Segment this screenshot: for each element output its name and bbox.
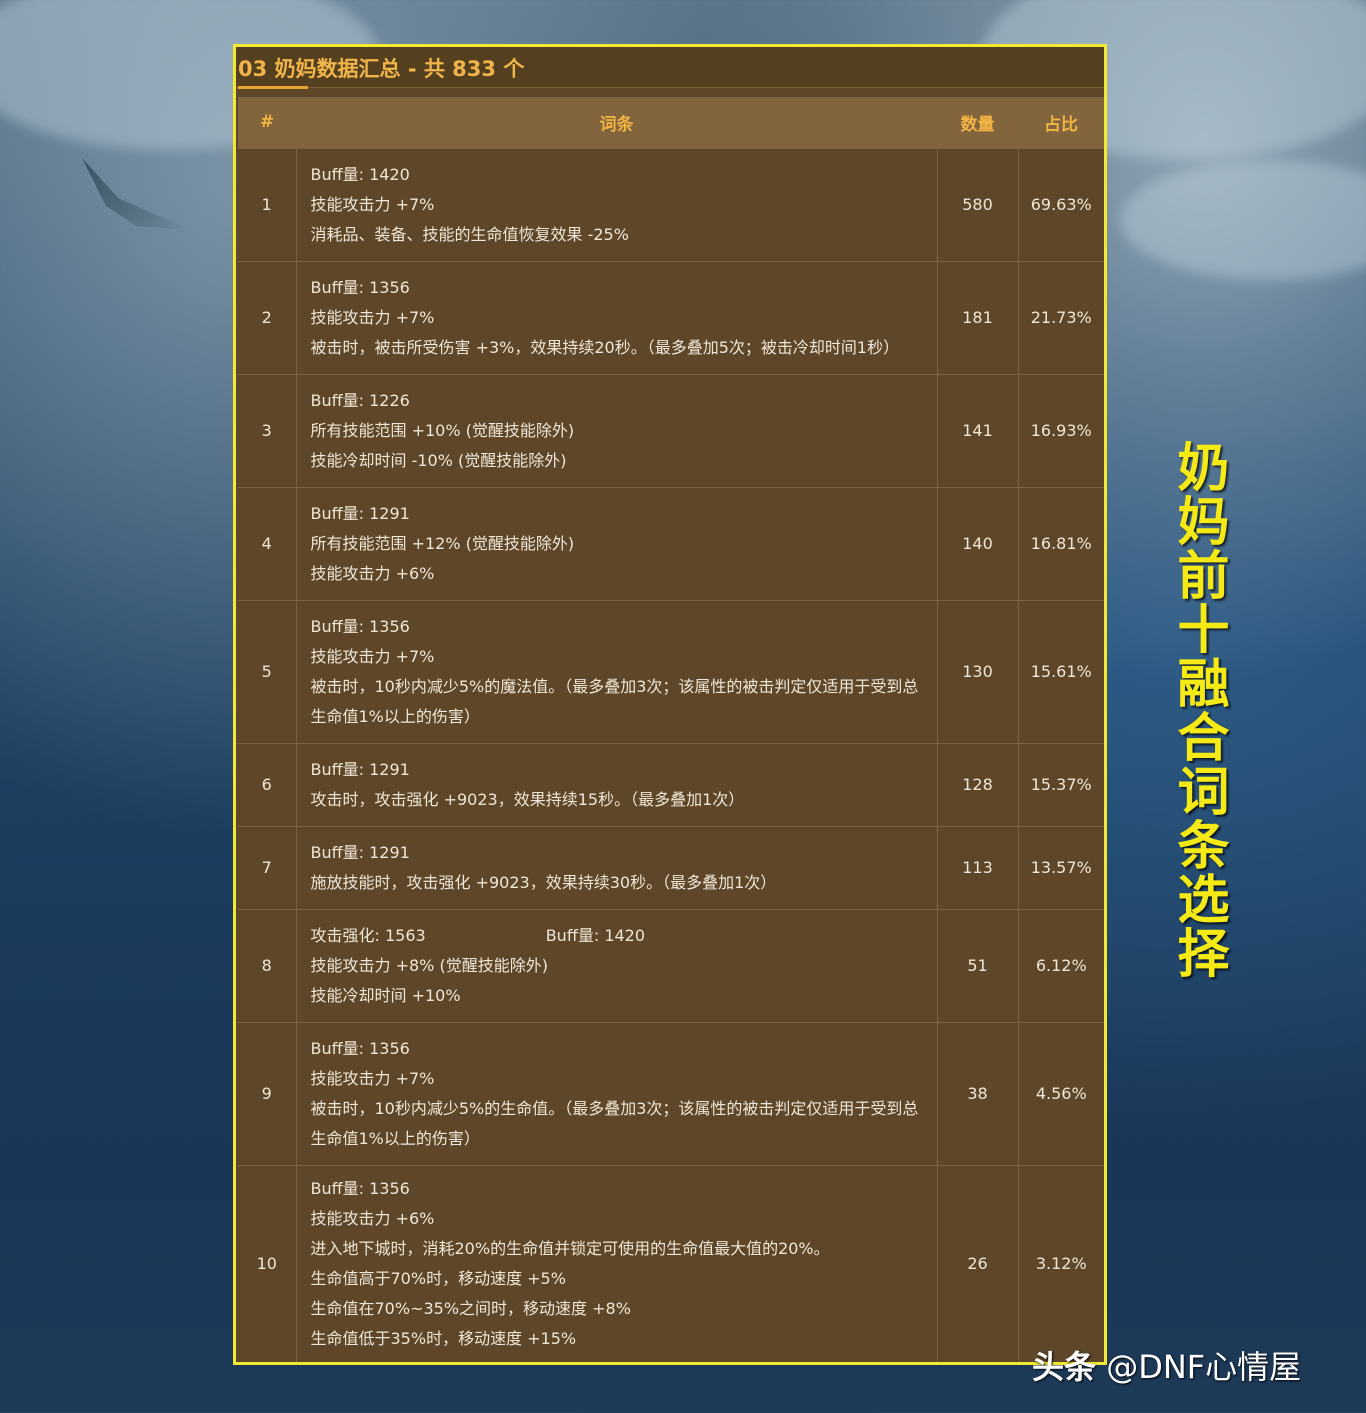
row-ratio: 6.12% xyxy=(1018,908,1104,1022)
row-index: 5 xyxy=(238,599,296,743)
term-line: Buff量: 1356 xyxy=(310,1038,410,1058)
term-line: 技能攻击力 +6% xyxy=(310,563,435,583)
term-line: 消耗品、装备、技能的生命值恢复效果 -25% xyxy=(310,224,629,244)
term-line: Buff量: 1291 xyxy=(310,759,410,779)
term-line: 技能冷却时间 -10% (觉醒技能除外) xyxy=(310,450,567,470)
panel-header: 03 奶妈数据汇总 - 共 833 个 xyxy=(236,47,1104,89)
row-index: 4 xyxy=(238,486,296,600)
term-line: Buff量: 1356 xyxy=(310,277,410,297)
row-terms: Buff量: 1291 所有技能范围 +12% (觉醒技能除外) 技能攻击力 +6% xyxy=(295,486,938,600)
row-index: 2 xyxy=(238,260,296,374)
row-terms: Buff量: 1356 技能攻击力 +7% 被击时，10秒内减少5%的生命值。（最多… xyxy=(295,1021,938,1165)
row-ratio: 4.56% xyxy=(1018,1021,1104,1165)
watermark-brand: 头条 xyxy=(1032,1348,1097,1386)
row-ratio: 3.12% xyxy=(1018,1164,1104,1362)
row-count: 181 xyxy=(937,260,1019,374)
row-ratio: 15.61% xyxy=(1018,599,1104,743)
term-line: Buff量: 1291 xyxy=(310,842,410,862)
term-line: 被击时，10秒内减少5%的魔法值。（最多叠加3次；该属性的被击判定仅适用于受到总… xyxy=(310,676,919,726)
term-line: Buff量: 1420 xyxy=(545,925,646,945)
term-line: Buff量: 1226 xyxy=(310,390,410,410)
side-title: 奶妈前十融合词条选择 xyxy=(1168,440,1228,980)
row-terms: Buff量: 1291 攻击时，攻击强化 +9023，效果持续15秒。（最多叠加1… xyxy=(295,742,938,826)
row-ratio: 69.63% xyxy=(1018,147,1104,261)
term-line: 所有技能范围 +12% (觉醒技能除外) xyxy=(310,533,575,553)
table-row: 9 Buff量: 1356 技能攻击力 +7% 被击时，10秒内减少5%的生命值。（最… xyxy=(238,1021,1104,1165)
row-count: 141 xyxy=(937,373,1019,487)
whale-silhouette xyxy=(82,158,190,230)
row-ratio: 15.37% xyxy=(1018,742,1104,826)
row-count: 140 xyxy=(937,486,1019,600)
row-count: 38 xyxy=(937,1021,1019,1165)
term-line: 被击时，10秒内减少5%的生命值。（最多叠加3次；该属性的被击判定仅适用于受到总… xyxy=(310,1098,919,1148)
row-index: 8 xyxy=(238,908,296,1022)
term-line: 技能攻击力 +8% (觉醒技能除外) xyxy=(310,955,548,975)
table-row: 2 Buff量: 1356 技能攻击力 +7% 被击时，被击所受伤害 +3%，效果持续… xyxy=(238,260,1104,374)
table-row: 1 Buff量: 1420 技能攻击力 +7% 消耗品、装备、技能的生命值恢复效果 -… xyxy=(238,147,1104,261)
table-row: 7 Buff量: 1291 施放技能时，攻击强化 +9023，效果持续30秒。（最多… xyxy=(238,825,1104,909)
panel-title: 03 奶妈数据汇总 - 共 833 个 xyxy=(238,57,525,81)
table-row: 3 Buff量: 1226 所有技能范围 +10% (觉醒技能除外) 技能冷却时间 -… xyxy=(238,373,1104,487)
term-pair: 攻击强化: 1563 Buff量: 1420 xyxy=(311,921,923,951)
term-line: 所有技能范围 +10% (觉醒技能除外) xyxy=(310,420,575,440)
row-index: 7 xyxy=(238,825,296,909)
term-line: Buff量: 1356 xyxy=(310,1178,410,1198)
row-index: 1 xyxy=(238,147,296,261)
term-line: 攻击时，攻击强化 +9023，效果持续15秒。（最多叠加1次） xyxy=(310,789,745,809)
row-terms: Buff量: 1356 技能攻击力 +7% 被击时，被击所受伤害 +3%，效果持续2… xyxy=(295,260,938,374)
watermark-handle: @DNF心情屋 xyxy=(1096,1348,1302,1386)
term-line: 技能攻击力 +7% xyxy=(310,646,435,666)
table-row: 10 Buff量: 1356 技能攻击力 +6% 进入地下城时，消耗20%的生命值并锁… xyxy=(238,1164,1104,1362)
term-line: 技能攻击力 +7% xyxy=(310,1068,435,1088)
header-count[interactable]: 数量 xyxy=(937,97,1018,148)
term-line: Buff量: 1420 xyxy=(310,164,410,184)
table-header-row: # 词条 数量 占比 xyxy=(238,97,1104,148)
table-row: 6 Buff量: 1291 攻击时，攻击强化 +9023，效果持续15秒。（最多叠加… xyxy=(238,742,1104,826)
row-ratio: 13.57% xyxy=(1018,825,1104,909)
term-line: Buff量: 1291 xyxy=(310,503,410,523)
row-count: 130 xyxy=(937,599,1019,743)
term-line: 技能攻击力 +6% xyxy=(310,1208,435,1228)
row-terms: Buff量: 1356 技能攻击力 +7% 被击时，10秒内减少5%的魔法值。（最多… xyxy=(295,599,938,743)
watermark: 头条 @DNF心情屋 xyxy=(1032,1342,1301,1388)
row-ratio: 16.93% xyxy=(1018,373,1104,487)
table-row: 4 Buff量: 1291 所有技能范围 +12% (觉醒技能除外) 技能攻击力 +6… xyxy=(238,486,1104,600)
row-terms: 攻击强化: 1563 Buff量: 1420 技能攻击力 +8% (觉醒技能除外) 技… xyxy=(295,908,938,1022)
row-ratio: 16.81% xyxy=(1018,486,1104,600)
row-count: 580 xyxy=(937,147,1019,261)
header-index[interactable]: # xyxy=(238,97,296,148)
term-line: 技能冷却时间 +10% xyxy=(310,985,461,1005)
term-line: 被击时，被击所受伤害 +3%，效果持续20秒。（最多叠加5次；被击冷却时间1秒） xyxy=(310,337,900,357)
table-body: 1 Buff量: 1420 技能攻击力 +7% 消耗品、装备、技能的生命值恢复效果 -… xyxy=(238,147,1104,1362)
term-line: 技能攻击力 +7% xyxy=(310,194,435,214)
row-count: 51 xyxy=(937,908,1019,1022)
data-summary-panel: 03 奶妈数据汇总 - 共 833 个 # 词条 数量 占比 1 Buff量: 1… xyxy=(233,44,1107,1365)
term-line: Buff量: 1356 xyxy=(310,616,410,636)
table-row: 8 攻击强化: 1563 Buff量: 1420 技能攻击力 +8% (觉醒技能除外)… xyxy=(238,908,1104,1022)
term-line: 进入地下城时，消耗20%的生命值并锁定可使用的生命值最大值的20%。 xyxy=(310,1238,830,1258)
row-index: 9 xyxy=(238,1021,296,1165)
term-line: 生命值低于35%时，移动速度 +15% xyxy=(310,1328,577,1348)
row-index: 6 xyxy=(238,742,296,826)
row-count: 26 xyxy=(937,1164,1019,1362)
row-terms: Buff量: 1356 技能攻击力 +6% 进入地下城时，消耗20%的生命值并锁定可… xyxy=(295,1164,938,1362)
row-index: 3 xyxy=(238,373,296,487)
row-ratio: 21.73% xyxy=(1018,260,1104,374)
terms-table: # 词条 数量 占比 1 Buff量: 1420 技能攻击力 +7% 消耗品、装备、技… xyxy=(238,97,1104,1362)
title-underline xyxy=(238,86,308,89)
term-line: 攻击强化: 1563 xyxy=(310,925,426,945)
term-line: 技能攻击力 +7% xyxy=(310,307,435,327)
table-row: 5 Buff量: 1356 技能攻击力 +7% 被击时，10秒内减少5%的魔法值。（最… xyxy=(238,599,1104,743)
term-line: 生命值在70%~35%之间时，移动速度 +8% xyxy=(310,1298,631,1318)
row-count: 113 xyxy=(937,825,1019,909)
row-count: 128 xyxy=(937,742,1019,826)
row-terms: Buff量: 1420 技能攻击力 +7% 消耗品、装备、技能的生命值恢复效果 -2… xyxy=(295,147,938,261)
row-terms: Buff量: 1226 所有技能范围 +10% (觉醒技能除外) 技能冷却时间 -1… xyxy=(295,373,938,487)
term-line: 施放技能时，攻击强化 +9023，效果持续30秒。（最多叠加1次） xyxy=(310,872,777,892)
header-terms[interactable]: 词条 xyxy=(296,97,937,148)
header-ratio[interactable]: 占比 xyxy=(1018,97,1104,148)
row-terms: Buff量: 1291 施放技能时，攻击强化 +9023，效果持续30秒。（最多叠… xyxy=(295,825,938,909)
term-line: 生命值高于70%时，移动速度 +5% xyxy=(310,1268,566,1288)
row-index: 10 xyxy=(238,1164,296,1362)
